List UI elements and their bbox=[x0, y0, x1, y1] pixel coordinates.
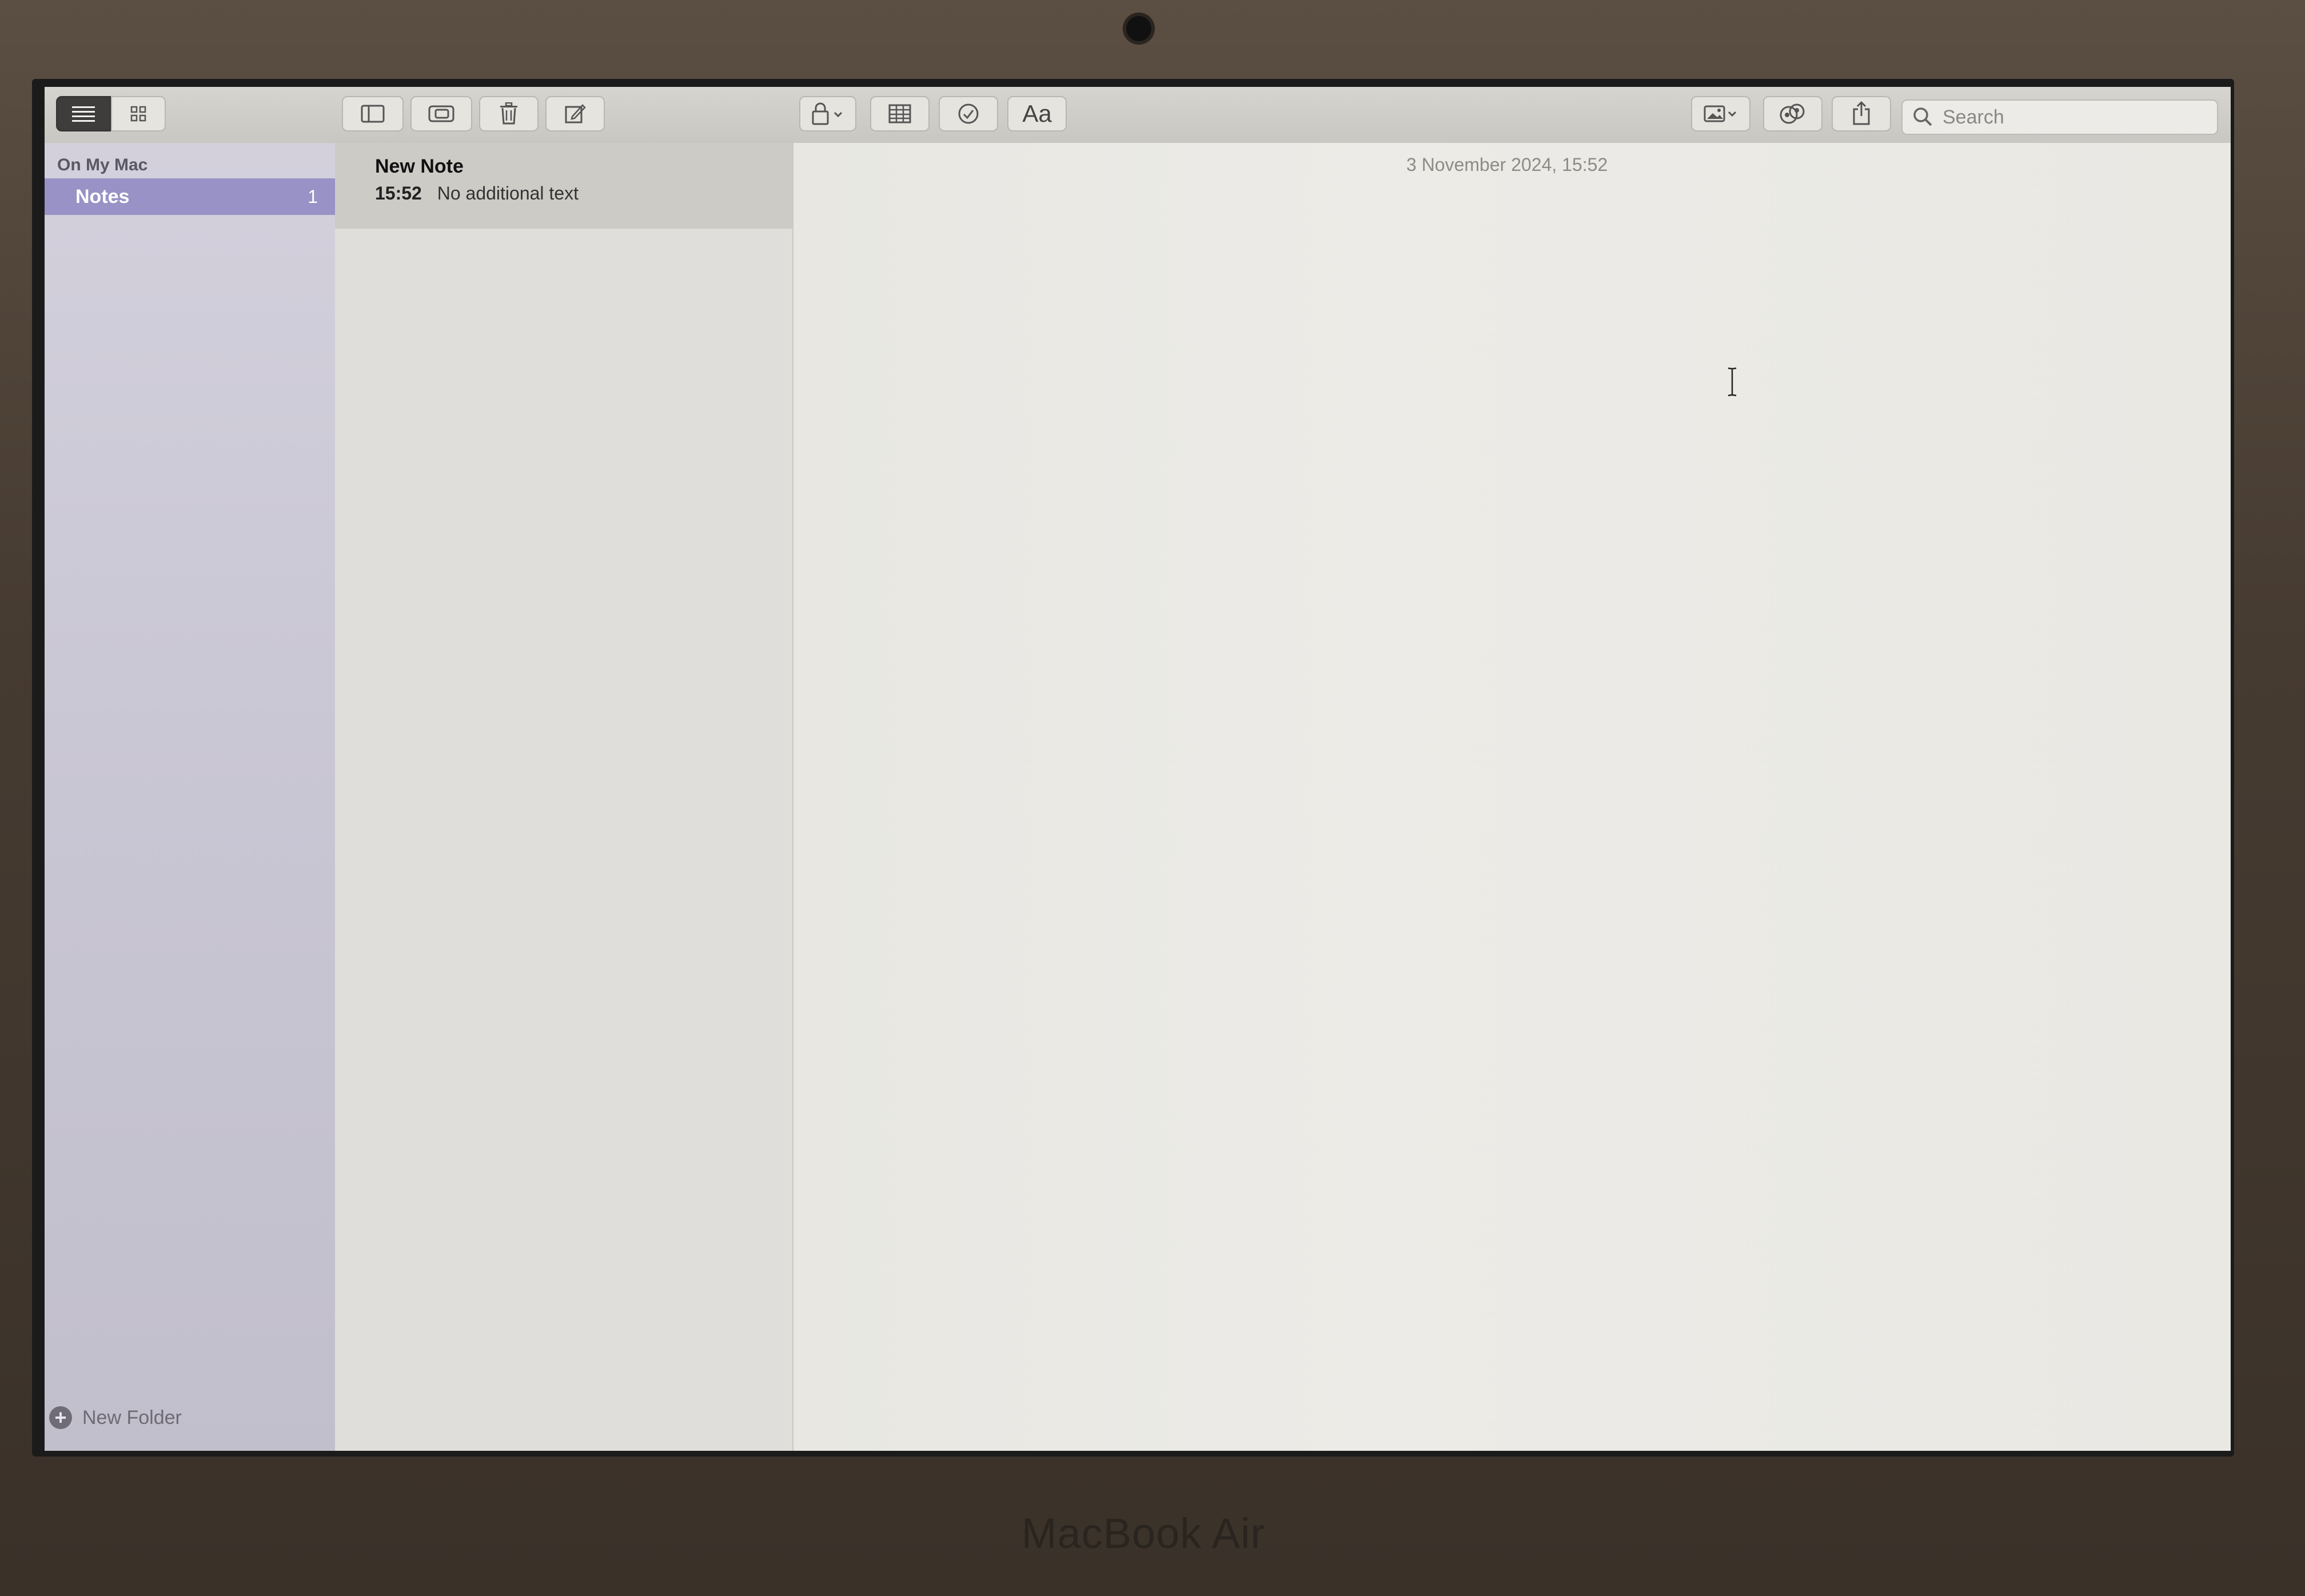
share-button[interactable] bbox=[1832, 96, 1891, 131]
brand-label: MacBook Air bbox=[1021, 1510, 1266, 1557]
gallery-view-button[interactable] bbox=[111, 96, 166, 131]
note-meta: 15:52 No additional text bbox=[375, 183, 579, 204]
list-view-button[interactable] bbox=[56, 96, 111, 131]
note-list: New Note 15:52 No additional text bbox=[335, 143, 793, 1451]
note-editor[interactable]: 3 November 2024, 15:52 bbox=[793, 143, 2231, 1451]
lock-icon bbox=[812, 102, 843, 125]
toggle-sidebar-button[interactable] bbox=[342, 96, 404, 131]
note-time: 15:52 bbox=[375, 183, 422, 204]
sidebar-icon bbox=[361, 105, 385, 123]
media-button[interactable] bbox=[1691, 96, 1750, 131]
search-field[interactable] bbox=[1901, 99, 2218, 135]
attachments-button[interactable] bbox=[410, 96, 472, 131]
photo-icon bbox=[1704, 105, 1737, 122]
share-icon bbox=[1853, 101, 1870, 125]
search-input[interactable] bbox=[1941, 105, 2207, 129]
list-item[interactable]: New Note 15:52 No additional text bbox=[335, 143, 792, 229]
collaborate-button[interactable] bbox=[1763, 96, 1823, 131]
delete-button[interactable] bbox=[479, 96, 539, 131]
folder-sidebar: On My Mac Notes 1 + New Folder bbox=[45, 143, 335, 1451]
note-preview: No additional text bbox=[437, 183, 579, 204]
note-date: 3 November 2024, 15:52 bbox=[1406, 154, 1608, 175]
table-icon bbox=[888, 104, 911, 123]
sidebar-item-notes[interactable]: Notes 1 bbox=[45, 178, 335, 215]
new-folder-button[interactable]: + New Folder bbox=[49, 1406, 182, 1429]
checkmark-circle-icon bbox=[958, 103, 979, 124]
checklist-button[interactable] bbox=[939, 96, 998, 131]
list-icon bbox=[72, 106, 95, 122]
format-button[interactable]: Aa bbox=[1007, 96, 1067, 131]
plus-circle-icon: + bbox=[49, 1406, 72, 1429]
folder-name: Notes bbox=[75, 185, 130, 208]
camera-icon bbox=[1123, 13, 1155, 45]
compose-icon bbox=[565, 104, 586, 123]
attachments-icon bbox=[428, 105, 454, 122]
table-button[interactable] bbox=[870, 96, 930, 131]
lock-button[interactable] bbox=[799, 96, 856, 131]
new-folder-label: New Folder bbox=[82, 1406, 182, 1429]
section-header-on-my-mac: On My Mac bbox=[57, 155, 148, 174]
add-people-icon bbox=[1780, 103, 1805, 124]
format-label: Aa bbox=[1022, 100, 1052, 127]
folder-count: 1 bbox=[308, 186, 318, 207]
note-title: New Note bbox=[375, 155, 464, 177]
grid-icon bbox=[130, 106, 146, 122]
toolbar: Aa bbox=[45, 87, 2231, 144]
search-icon bbox=[1913, 107, 1932, 126]
text-cursor-icon bbox=[1728, 367, 1737, 397]
notes-app-window: Aa Search On My Mac Notes 1 + New Folder… bbox=[45, 87, 2231, 1451]
compose-button[interactable] bbox=[545, 96, 605, 131]
trash-icon bbox=[500, 102, 517, 125]
